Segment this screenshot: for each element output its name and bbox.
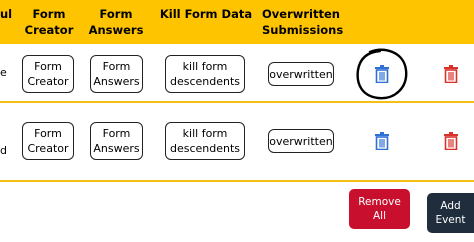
form-answers-line2: Answers <box>93 75 140 88</box>
form-answers-line1: Form <box>102 60 131 73</box>
form-answers-line1: Form <box>102 127 131 140</box>
kill-form-descendents-button[interactable]: kill form descendents <box>165 55 245 93</box>
form-answers-line2: Answers <box>93 142 140 155</box>
overwritten-label: overwritten <box>269 134 333 148</box>
header-form-creator: Form Creator <box>18 6 80 38</box>
row-partial-text: d <box>0 144 7 157</box>
remove-all-line1: Remove <box>358 196 401 208</box>
header-partial-label: ul <box>0 7 13 21</box>
form-creator-line2: Creator <box>27 142 69 155</box>
kill-line1: kill form <box>182 60 228 73</box>
trash-icon[interactable] <box>374 132 390 151</box>
kill-form-descendents-button[interactable]: kill form descendents <box>165 122 245 160</box>
overwritten-button[interactable]: overwritten <box>268 129 334 153</box>
add-event-line1: Add <box>440 200 461 212</box>
remove-all-button[interactable]: Remove All <box>349 189 410 229</box>
trash-icon-red <box>444 132 458 151</box>
header-form-answers-line2: Answers <box>88 23 144 37</box>
remove-all-line2: All <box>372 210 387 222</box>
table-header: ul Form Creator Form Answers Kill Form D… <box>0 0 474 44</box>
header-overwritten-submissions: Overwritten Submissions <box>262 6 344 38</box>
overwritten-label: overwritten <box>269 67 333 81</box>
form-creator-line2: Creator <box>27 75 69 88</box>
header-form-creator-line1: Form <box>32 7 66 21</box>
header-partial-column: ul <box>0 6 12 22</box>
kill-line1: kill form <box>182 127 228 140</box>
trash-icon[interactable] <box>443 65 459 84</box>
overwritten-button[interactable]: overwritten <box>268 62 334 86</box>
form-answers-button[interactable]: Form Answers <box>90 55 143 93</box>
add-event-line2: Event <box>435 214 466 226</box>
form-creator-line1: Form <box>34 127 62 140</box>
header-overwritten-line1: Overwritten <box>262 7 340 21</box>
header-kill-form-data-label: Kill Form Data <box>159 7 253 21</box>
row-divider <box>0 180 474 182</box>
form-creator-button[interactable]: Form Creator <box>22 55 74 93</box>
header-form-creator-line2: Creator <box>24 23 74 37</box>
kill-line2: descendents <box>169 142 241 155</box>
add-event-button[interactable]: Add Event <box>427 193 474 233</box>
form-answers-button[interactable]: Form Answers <box>90 122 143 160</box>
trash-icon[interactable] <box>443 132 459 151</box>
trash-icon-red <box>444 65 458 84</box>
trash-icon-blue <box>375 132 389 151</box>
header-form-answers: Form Answers <box>84 6 148 38</box>
row-partial-text: e <box>0 66 7 79</box>
form-creator-button[interactable]: Form Creator <box>22 122 74 160</box>
header-kill-form-data: Kill Form Data <box>156 6 256 22</box>
header-form-answers-line1: Form <box>99 7 133 21</box>
kill-line2: descendents <box>169 75 241 88</box>
header-overwritten-line2: Submissions <box>262 23 344 37</box>
hand-drawn-circle-annotation <box>356 48 408 100</box>
form-creator-line1: Form <box>34 60 62 73</box>
